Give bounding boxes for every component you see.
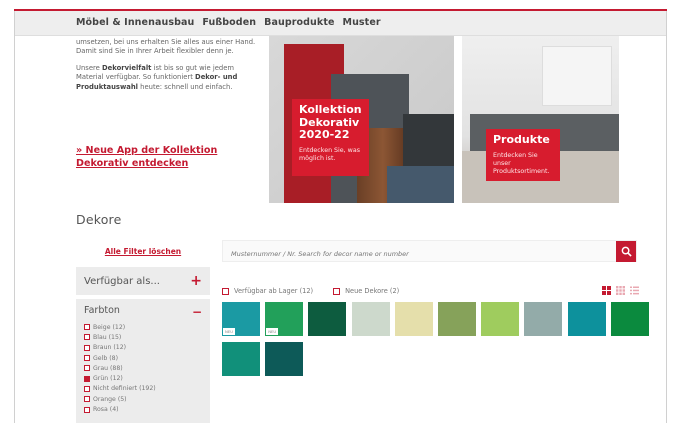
colour-option[interactable]: Grau (88) (84, 363, 202, 373)
filter-colour-label: Farbton (84, 305, 120, 316)
intro-text: umsetzen, bei uns erhalten Sie alles aus… (76, 38, 256, 99)
plus-icon[interactable]: + (190, 273, 202, 289)
page-title: Dekore (76, 212, 122, 227)
stock-checkbox[interactable] (222, 287, 229, 295)
nav-item-fussboden[interactable]: Fußboden (202, 17, 256, 28)
colour-option-label: Beige (12) (93, 323, 126, 331)
outer-margin (0, 0, 14, 423)
colour-option-list: Beige (12) Blau (15) Braun (12) Gelb (8) Gra… (84, 322, 202, 415)
colour-option-checkbox[interactable] (84, 355, 90, 362)
colour-option-checkbox[interactable] (84, 375, 90, 382)
new-decors-filter[interactable]: Neue Dekore (2) (333, 287, 399, 295)
colour-option-label: Rosa (4) (93, 406, 119, 414)
quick-filters: Verfügbar ab Lager (12) Neue Dekore (2) (222, 287, 399, 295)
new-decors-checkbox[interactable] (333, 287, 341, 295)
promo-kollektion-subtitle: Entdecken Sie, was möglich ist. (299, 146, 360, 162)
list-icon[interactable] (630, 286, 639, 295)
decor-swatch[interactable] (265, 342, 304, 376)
nav-item-bauprodukte[interactable]: Bauprodukte (264, 17, 334, 28)
filter-available-label: Verfügbar als... (84, 275, 160, 287)
colour-option-label: Grau (88) (93, 364, 123, 372)
view-switcher (602, 286, 639, 295)
filter-colour-panel: Farbton − Beige (12) Blau (15) Braun (12) G… (76, 299, 210, 423)
colour-option-checkbox[interactable] (84, 334, 90, 341)
colour-option-checkbox[interactable] (84, 324, 90, 331)
colour-option-label: Braun (12) (93, 344, 127, 352)
minus-icon[interactable]: − (192, 305, 202, 319)
promo-kollektion[interactable]: Kollektion Dekorativ 2020-22 Entdecken S… (269, 36, 454, 203)
colour-option-checkbox[interactable] (84, 406, 90, 413)
colour-option[interactable]: Orange (5) (84, 394, 202, 404)
reset-filters-button[interactable]: Alle Filter löschen (76, 242, 210, 262)
intro-paragraph-1: umsetzen, bei uns erhalten Sie alles aus… (76, 38, 256, 56)
nav-item-muster[interactable]: Muster (343, 17, 381, 28)
colour-option[interactable]: Blau (15) (84, 332, 202, 342)
nav-item-moebel[interactable]: Möbel & Innenausbau (76, 17, 194, 28)
decor-swatch[interactable]: NEU (265, 302, 304, 336)
colour-option[interactable]: Braun (12) (84, 343, 202, 353)
search-button[interactable] (616, 241, 636, 262)
stock-filter-label: Verfügbar ab Lager (12) (234, 287, 314, 295)
colour-option[interactable]: Rosa (4) (84, 404, 202, 414)
promo-produkte-card[interactable]: Produkte Entdecken Sie unser Produktsort… (486, 129, 560, 181)
decor-swatch[interactable] (308, 302, 347, 336)
decor-swatch[interactable] (438, 302, 476, 336)
grid-small-icon[interactable] (616, 286, 625, 295)
top-navigation: Möbel & Innenausbau Fußboden Bauprodukte… (15, 10, 666, 36)
stock-filter[interactable]: Verfügbar ab Lager (12) (222, 287, 313, 295)
colour-option-checkbox[interactable] (84, 396, 90, 403)
promo-produkte-title: Produkte (493, 133, 550, 146)
intro-text-segment: heute: schnell und einfach. (137, 82, 233, 91)
colour-option-checkbox[interactable] (84, 365, 90, 372)
decor-swatch[interactable]: NEU (222, 302, 260, 336)
new-badge: NEU (223, 328, 236, 335)
page-frame: Möbel & Innenausbau Fußboden Bauprodukte… (14, 9, 667, 423)
colour-option[interactable]: Beige (12) (84, 322, 202, 332)
decor-panel-image (387, 166, 454, 203)
new-badge: NEU (266, 328, 279, 335)
colour-option[interactable]: Nicht definiert (192) (84, 384, 202, 394)
colour-option-label: Blau (15) (93, 333, 122, 341)
intro-bold-dekorvielfalt: Dekorvielfalt (102, 63, 152, 72)
filter-available-toggle[interactable]: Verfügbar als... + (76, 267, 210, 295)
filter-colour-header[interactable]: Farbton − (84, 305, 202, 319)
promo-kollektion-title: Kollektion Dekorativ 2020-22 (299, 103, 362, 141)
colour-option-label: Orange (5) (93, 395, 127, 403)
grid-large-icon[interactable] (602, 286, 611, 295)
decor-swatch[interactable] (394, 302, 433, 336)
new-decors-filter-label: Neue Dekore (2) (345, 287, 400, 295)
colour-option-label: Gelb (8) (93, 354, 118, 362)
new-app-link[interactable]: » Neue App der Kollektion Dekorativ entd… (76, 145, 256, 170)
decor-swatch[interactable] (610, 302, 649, 336)
intro-text-segment: Unsere (76, 63, 102, 72)
colour-option-checkbox[interactable] (84, 344, 90, 351)
search-input[interactable] (223, 244, 618, 264)
colour-option-label: Nicht definiert (192) (93, 385, 156, 393)
decor-swatch[interactable] (222, 342, 260, 376)
decor-swatch[interactable] (567, 302, 606, 336)
promo-kollektion-card[interactable]: Kollektion Dekorativ 2020-22 Entdecken S… (292, 99, 369, 176)
colour-option[interactable]: Grün (12) (84, 373, 202, 383)
intro-paragraph-2: Unsere Dekorvielfalt ist bis so gut wie … (76, 64, 256, 92)
promo-produkte[interactable]: Produkte Entdecken Sie unser Produktsort… (462, 36, 619, 203)
search-icon (621, 246, 632, 257)
kitchen-window-image (542, 46, 612, 106)
decor-swatch[interactable] (481, 302, 520, 336)
decor-swatch[interactable] (351, 302, 390, 336)
top-accent-line (14, 9, 667, 11)
filter-sidebar: Alle Filter löschen Verfügbar als... + F… (76, 242, 210, 423)
colour-option-checkbox[interactable] (84, 385, 90, 392)
decor-swatch[interactable] (524, 302, 563, 336)
search-bar (222, 240, 637, 264)
colour-option-label: Grün (12) (93, 375, 123, 383)
promo-produkte-subtitle: Entdecken Sie unser Produktsortiment. (493, 151, 550, 176)
colour-option[interactable]: Gelb (8) (84, 353, 202, 363)
